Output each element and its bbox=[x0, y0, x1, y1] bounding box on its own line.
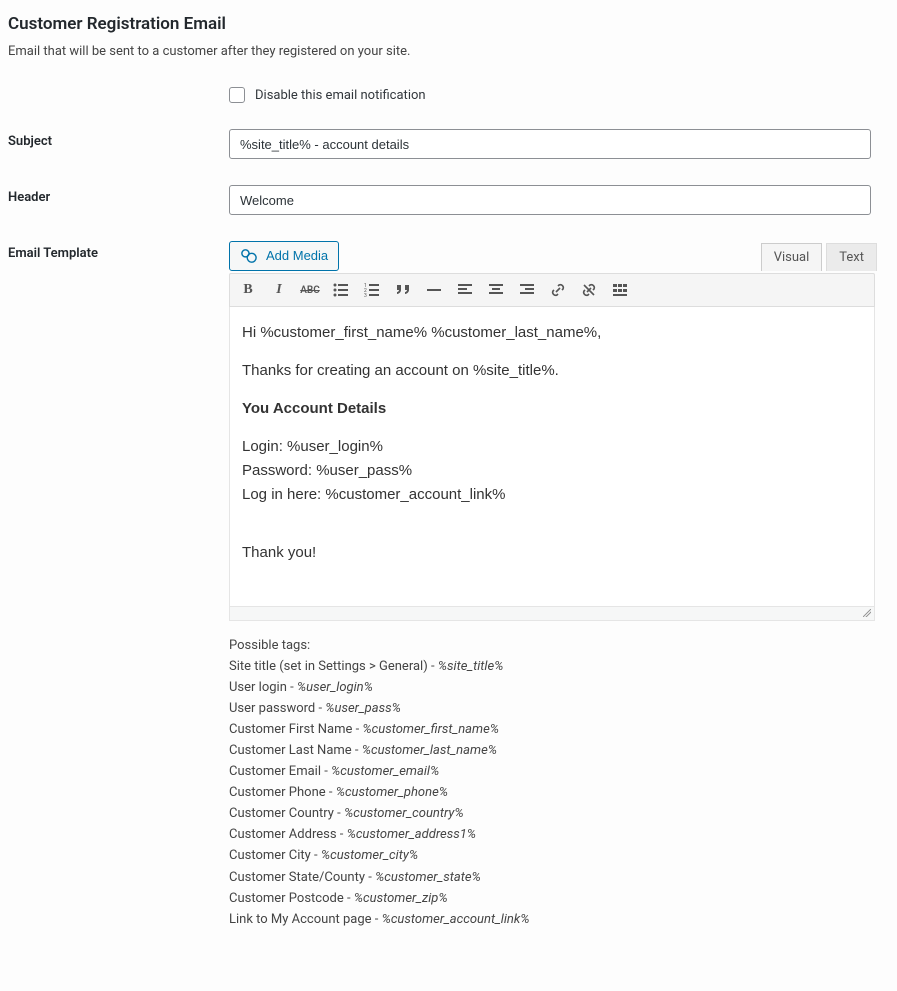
email-line-bold: You Account Details bbox=[242, 397, 862, 421]
tag-placeholder: %user_login% bbox=[297, 680, 373, 695]
link-icon[interactable] bbox=[548, 280, 568, 300]
tag-placeholder: %customer_email% bbox=[331, 764, 439, 779]
subject-row: Subject bbox=[8, 129, 889, 159]
align-left-icon[interactable] bbox=[455, 280, 475, 300]
page-description: Email that will be sent to a customer af… bbox=[8, 44, 889, 59]
editor-content[interactable]: Hi %customer_first_name% %customer_last_… bbox=[229, 307, 875, 607]
template-row: Email Template Add Media Visual Text B bbox=[8, 241, 889, 930]
tag-placeholder: %customer_country% bbox=[344, 806, 464, 821]
email-line: Hi %customer_first_name% %customer_last_… bbox=[242, 321, 862, 345]
tag-placeholder: %customer_last_name% bbox=[362, 743, 497, 758]
template-label: Email Template bbox=[8, 241, 229, 261]
tag-label: Customer Country - bbox=[229, 806, 344, 821]
header-label: Header bbox=[8, 185, 229, 205]
resize-handle[interactable] bbox=[229, 607, 875, 621]
add-media-button[interactable]: Add Media bbox=[229, 241, 339, 271]
align-right-icon[interactable] bbox=[517, 280, 537, 300]
tag-line: Customer Postcode - %customer_zip% bbox=[229, 888, 881, 909]
italic-icon[interactable]: I bbox=[269, 280, 289, 300]
tag-line: Customer Last Name - %customer_last_name… bbox=[229, 740, 881, 761]
tag-label: Customer Email - bbox=[229, 764, 331, 779]
tab-visual[interactable]: Visual bbox=[761, 243, 823, 271]
tag-placeholder: %customer_state% bbox=[375, 870, 481, 885]
tag-label: User password - bbox=[229, 701, 325, 716]
tag-placeholder: %customer_zip% bbox=[354, 891, 448, 906]
tag-label: Link to My Account page - bbox=[229, 912, 382, 927]
email-line: Log in here: %customer_account_link% bbox=[242, 483, 862, 507]
email-line: Password: %user_pass% bbox=[242, 459, 862, 483]
disable-checkbox[interactable] bbox=[229, 87, 245, 103]
disable-checkbox-text: Disable this email notification bbox=[255, 88, 426, 103]
header-row: Header bbox=[8, 185, 889, 215]
editor-tabs: Visual Text bbox=[761, 243, 877, 271]
tag-label: Customer Phone - bbox=[229, 785, 336, 800]
tag-label: Site title (set in Settings > General) - bbox=[229, 659, 438, 674]
tag-line: Customer City - %customer_city% bbox=[229, 845, 881, 866]
svg-text:3: 3 bbox=[364, 293, 367, 297]
tag-placeholder: %customer_first_name% bbox=[362, 722, 499, 737]
tag-placeholder: %customer_account_link% bbox=[382, 912, 530, 927]
editor-toolbar: B I ABC 123 bbox=[229, 273, 875, 307]
tag-placeholder: %customer_phone% bbox=[336, 785, 448, 800]
tag-line: Customer State/County - %customer_state% bbox=[229, 867, 881, 888]
add-media-label: Add Media bbox=[266, 246, 328, 266]
tag-line: Customer Country - %customer_country% bbox=[229, 803, 881, 824]
unlink-icon[interactable] bbox=[579, 280, 599, 300]
tag-placeholder: %customer_city% bbox=[321, 848, 418, 863]
tag-line: Customer Email - %customer_email% bbox=[229, 761, 881, 782]
email-line: Thanks for creating an account on %site_… bbox=[242, 359, 862, 383]
disable-checkbox-label[interactable]: Disable this email notification bbox=[229, 87, 881, 103]
bullet-list-icon[interactable] bbox=[331, 280, 351, 300]
horizontal-rule-icon[interactable] bbox=[424, 280, 444, 300]
tag-label: Customer Last Name - bbox=[229, 743, 362, 758]
tag-label: Customer Address - bbox=[229, 827, 347, 842]
toolbar-toggle-icon[interactable] bbox=[610, 280, 630, 300]
tag-label: User login - bbox=[229, 680, 297, 695]
header-input[interactable] bbox=[229, 185, 871, 215]
email-line: Login: %user_login% bbox=[242, 435, 862, 459]
bold-icon[interactable]: B bbox=[238, 280, 258, 300]
disable-row: Disable this email notification bbox=[8, 87, 889, 103]
subject-input[interactable] bbox=[229, 129, 871, 159]
tag-label: Customer First Name - bbox=[229, 722, 362, 737]
tag-line: User password - %user_pass% bbox=[229, 698, 881, 719]
media-icon bbox=[240, 248, 258, 264]
tag-placeholder: %customer_address1% bbox=[347, 827, 476, 842]
email-line: Thank you! bbox=[242, 541, 862, 565]
tag-line: Site title (set in Settings > General) -… bbox=[229, 656, 881, 677]
tag-placeholder: %site_title% bbox=[438, 659, 504, 674]
align-center-icon[interactable] bbox=[486, 280, 506, 300]
tag-line: Customer Address - %customer_address1% bbox=[229, 824, 881, 845]
tags-intro: Possible tags: bbox=[229, 635, 881, 656]
tag-line: User login - %user_login% bbox=[229, 677, 881, 698]
tag-label: Customer Postcode - bbox=[229, 891, 354, 906]
tag-line: Link to My Account page - %customer_acco… bbox=[229, 909, 881, 930]
ordered-list-icon[interactable]: 123 bbox=[362, 280, 382, 300]
blockquote-icon[interactable] bbox=[393, 280, 413, 300]
tab-text[interactable]: Text bbox=[826, 243, 877, 271]
tag-placeholder: %user_pass% bbox=[325, 701, 401, 716]
tag-label: Customer City - bbox=[229, 848, 321, 863]
editor: B I ABC 123 bbox=[229, 273, 875, 621]
tag-line: Customer Phone - %customer_phone% bbox=[229, 782, 881, 803]
possible-tags: Possible tags: Site title (set in Settin… bbox=[229, 635, 881, 930]
page-title: Customer Registration Email bbox=[8, 14, 889, 34]
tag-line: Customer First Name - %customer_first_na… bbox=[229, 719, 881, 740]
subject-label: Subject bbox=[8, 129, 229, 149]
strikethrough-icon[interactable]: ABC bbox=[300, 280, 320, 300]
tag-label: Customer State/County - bbox=[229, 870, 375, 885]
